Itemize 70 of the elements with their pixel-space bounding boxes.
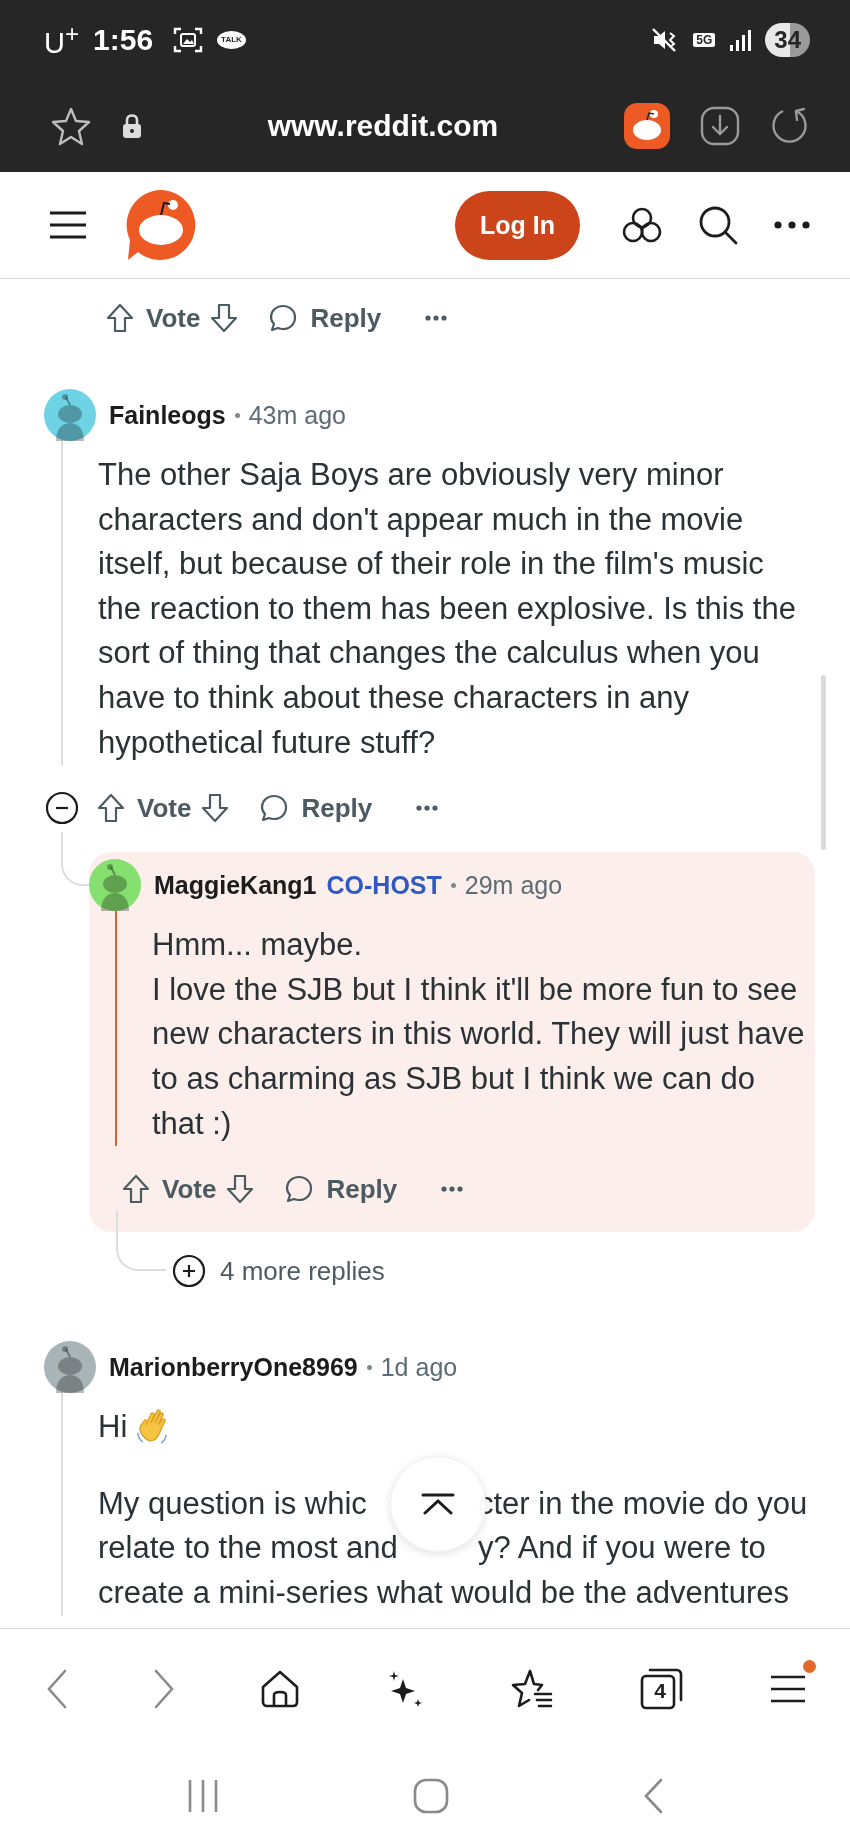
vote-label: Vote bbox=[137, 792, 192, 824]
lock-icon bbox=[122, 113, 142, 139]
search-icon[interactable] bbox=[698, 205, 738, 245]
tab-count: 4 bbox=[653, 1680, 667, 1701]
home-button-icon[interactable] bbox=[413, 1777, 449, 1814]
comment-text: My question is whic bbox=[98, 1484, 368, 1523]
speech-bubble-icon bbox=[268, 303, 299, 333]
screenshot-icon bbox=[173, 26, 204, 54]
reply-button[interactable]: Reply bbox=[259, 792, 373, 824]
tabs-icon[interactable] bbox=[639, 1666, 685, 1712]
more-options-icon[interactable] bbox=[425, 315, 448, 321]
username[interactable]: MaggieKang1 bbox=[154, 870, 317, 900]
bookmark-star-icon[interactable] bbox=[50, 106, 92, 146]
expand-icon[interactable] bbox=[172, 1254, 206, 1289]
reply-button[interactable]: Reply bbox=[268, 302, 382, 334]
comment-text: relate to the most and bbox=[98, 1529, 398, 1568]
comment-text: The other Saja Boys are obviously very minor characters and don't appear much in the movie itself, but because of their role in the film's music the reaction to them has been explosive. Is this the sort of thing that changes the calculus when you have to think about these characters in any hypothetical future stuff? bbox=[98, 456, 797, 762]
chat-badge: TALK bbox=[217, 31, 246, 49]
reply-button[interactable]: Reply bbox=[284, 1173, 398, 1205]
upvote-icon[interactable] bbox=[97, 793, 125, 824]
site-logo-icon[interactable] bbox=[624, 103, 670, 149]
forward-icon[interactable] bbox=[153, 1669, 175, 1709]
collapse-icon[interactable] bbox=[45, 791, 79, 826]
more-options-icon[interactable] bbox=[441, 1186, 464, 1193]
upvote-icon[interactable] bbox=[122, 1174, 150, 1205]
timestamp: 29m ago bbox=[464, 870, 563, 900]
menu-icon[interactable] bbox=[48, 210, 88, 240]
reload-icon[interactable] bbox=[770, 106, 810, 146]
home-icon[interactable] bbox=[260, 1669, 300, 1709]
bookmarks-icon[interactable] bbox=[510, 1668, 554, 1710]
flair-tag: CO-HOST bbox=[326, 870, 442, 900]
comment-text: cter in the movie do you bbox=[478, 1484, 809, 1523]
carrier-label: U$^{+}$ bbox=[44, 20, 80, 60]
speech-bubble-icon bbox=[284, 1174, 315, 1205]
downvote-icon[interactable] bbox=[226, 1174, 255, 1205]
comment-text: Hi bbox=[98, 1408, 128, 1447]
vote-label: Vote bbox=[146, 302, 201, 334]
comment-text: create a mini-series what would be the adventures bbox=[98, 1573, 790, 1612]
signal-icon bbox=[729, 29, 752, 51]
separator-dot bbox=[234, 412, 240, 418]
vote-label: Vote bbox=[162, 1173, 217, 1205]
comment-text: Hmm... maybe. bbox=[152, 926, 364, 965]
back-icon[interactable] bbox=[643, 1777, 663, 1814]
scrollbar[interactable] bbox=[821, 675, 826, 850]
timestamp: 43m ago bbox=[248, 400, 346, 430]
downvote-icon[interactable] bbox=[210, 303, 239, 333]
menu-icon[interactable] bbox=[770, 1674, 806, 1704]
download-icon[interactable] bbox=[700, 106, 740, 146]
recent-apps-icon[interactable] bbox=[187, 1778, 219, 1813]
more-options-icon[interactable] bbox=[774, 221, 810, 229]
more-options-icon[interactable] bbox=[416, 805, 439, 812]
url-text[interactable]: www.reddit.com bbox=[172, 109, 594, 143]
separator-dot bbox=[450, 882, 456, 888]
back-icon[interactable] bbox=[46, 1669, 68, 1709]
upvote-icon[interactable] bbox=[106, 303, 134, 333]
separator-dot bbox=[366, 1364, 372, 1370]
scroll-to-top-icon bbox=[421, 1493, 455, 1515]
clock: 1:56 bbox=[93, 23, 154, 57]
comment-text: y? And if you were to bbox=[478, 1529, 767, 1568]
speech-bubble-icon bbox=[259, 793, 290, 824]
downvote-icon[interactable] bbox=[201, 793, 230, 824]
timestamp: 1d ago bbox=[380, 1352, 458, 1382]
thread-connector bbox=[116, 1211, 166, 1272]
more-replies-link[interactable]: 4 more replies bbox=[220, 1255, 385, 1287]
network-label: 5G bbox=[693, 33, 716, 47]
comment-text: I love the SJB but I think it'll be more fun to see new characters in this world. They will just have to as charming as SJB but I think we can do that :) bbox=[152, 970, 806, 1143]
username[interactable]: Fainleogs bbox=[109, 400, 226, 430]
login-button[interactable]: Log In bbox=[455, 190, 580, 260]
username[interactable]: MarionberryOne8969 bbox=[109, 1352, 358, 1382]
battery-indicator: 34 bbox=[765, 23, 810, 57]
